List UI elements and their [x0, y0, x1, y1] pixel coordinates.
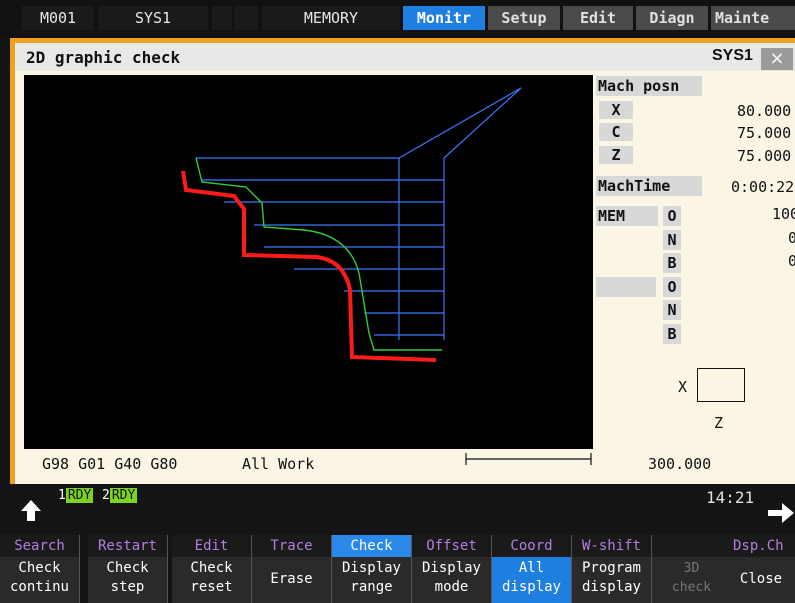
- softkey-check-reset[interactable]: Edit Check reset: [172, 535, 252, 603]
- softkey-coord-label: Coord: [492, 535, 571, 557]
- softkey-label-line2: display: [581, 579, 641, 595]
- close-button[interactable]: ×: [761, 48, 793, 70]
- softkey-search-label: Search: [0, 535, 79, 557]
- softkey-check-label: Check: [332, 535, 411, 557]
- softkey-label-line1: Check: [190, 560, 233, 576]
- softkey-label-line2: step: [110, 579, 145, 595]
- tab-mode[interactable]: MEMORY: [262, 6, 400, 30]
- program-n-label: N: [663, 230, 681, 250]
- operation-mode: MEM: [596, 206, 658, 226]
- scale-indicator: [465, 453, 592, 465]
- softkey-offset-label: Offset: [412, 535, 491, 557]
- softkey-edit-label: Edit: [172, 535, 251, 557]
- softkey-label-line1: Display: [421, 560, 481, 576]
- machtime-label: MachTime: [596, 176, 702, 196]
- axis-x-label: X: [599, 101, 633, 119]
- softkey-program-display[interactable]: W-shift Program display: [572, 535, 652, 603]
- workpiece-outline: [181, 170, 437, 362]
- tab-system[interactable]: SYS1: [98, 6, 208, 30]
- clock: 14:21: [706, 488, 755, 507]
- softkey-display-range[interactable]: Check Display range: [332, 535, 412, 603]
- axis-z-value: 75.000: [737, 147, 792, 165]
- softkey-check-continu[interactable]: Search Check continu: [0, 535, 80, 603]
- softkey-trace-erase[interactable]: Trace Erase: [252, 535, 332, 603]
- softkey-label-line1: All: [518, 560, 545, 576]
- program-b-label: B: [663, 253, 681, 273]
- softkey-restart-label: Restart: [88, 535, 167, 557]
- softkey-label-line2: mode: [434, 579, 469, 595]
- program-b-value: 0: [788, 252, 795, 270]
- tab-setup[interactable]: Setup: [488, 6, 560, 30]
- modal-gcodes: G98 G01 G40 G80: [42, 455, 178, 473]
- softkey-label-line1: Close: [739, 571, 783, 587]
- window-title: 2D graphic check: [26, 48, 181, 67]
- axis-c-value: 75.000: [737, 124, 792, 142]
- softkey-label-line1: Erase: [270, 571, 313, 587]
- program-n-value: 0: [788, 229, 795, 247]
- channel1-status: 1 RDY: [58, 488, 94, 503]
- program2-o-label: O: [663, 277, 681, 297]
- softkey-label-line1: Check: [18, 560, 61, 576]
- axis-indicator-x: X: [678, 378, 688, 396]
- softkey-check-step[interactable]: Restart Check step: [88, 535, 168, 603]
- softkey-label-line1: 3D: [683, 561, 700, 576]
- softkey-display-mode[interactable]: Offset Display mode: [412, 535, 492, 603]
- tab-edit[interactable]: Edit: [563, 6, 633, 30]
- softkey-wshift-label: W-shift: [572, 535, 651, 557]
- toolpath-drawing: [181, 87, 522, 362]
- channel2-status: 2 RDY: [102, 488, 138, 503]
- arrow-up-icon[interactable]: [18, 497, 44, 523]
- softkey-label-line2: continu: [9, 579, 69, 595]
- program2-b-label: B: [663, 324, 681, 344]
- softkey-label-line2: range: [350, 579, 393, 595]
- tab-diagn[interactable]: Diagn: [636, 6, 708, 30]
- tab-machine[interactable]: M001: [22, 6, 94, 30]
- axis-c-label: C: [599, 123, 633, 141]
- softkey-label-line1: Display: [341, 560, 401, 576]
- softkey-all-display[interactable]: Coord All display: [492, 535, 572, 603]
- softkey-label-line1: Program: [581, 560, 641, 576]
- softkey-label-line1: Check: [106, 560, 149, 576]
- softkey-label-line2: check: [671, 580, 712, 595]
- program2-n-label: N: [663, 300, 681, 320]
- softkey-label-line2: reset: [190, 579, 233, 595]
- axis-z-label: Z: [599, 146, 633, 164]
- tab-monitr[interactable]: Monitr: [403, 6, 485, 30]
- softkey-3d-check[interactable]: 3D check: [652, 535, 732, 603]
- softkey-dspch-label: Dsp.Ch: [727, 535, 795, 557]
- secondary-mode: [596, 277, 656, 297]
- axis-indicator-box: [697, 368, 745, 402]
- axis-x-value: 80.000: [737, 102, 792, 120]
- softkey-blank-label: [652, 535, 731, 557]
- softkey-trace-label: Trace: [252, 535, 331, 557]
- arrow-right-icon[interactable]: [766, 500, 795, 526]
- softkey-label-line2: display: [501, 579, 561, 595]
- tab-blank-2[interactable]: [234, 6, 258, 30]
- softkey-close[interactable]: Dsp.Ch Close: [727, 535, 795, 603]
- machtime-value: 0:00:22: [731, 178, 795, 196]
- tool-path: [195, 157, 442, 351]
- window-system-label: SYS1: [712, 47, 753, 64]
- tab-mainte[interactable]: Mainte: [711, 6, 795, 30]
- tab-blank-1[interactable]: [212, 6, 232, 30]
- program-o-value: 100: [772, 205, 795, 223]
- axis-indicator-z: Z: [714, 414, 724, 432]
- mach-posn-header: Mach posn: [596, 76, 702, 96]
- view-mode-label: All Work: [242, 455, 315, 473]
- scale-value: 300.000: [648, 455, 712, 473]
- program-o-label: O: [663, 206, 681, 226]
- graphic-viewport[interactable]: [24, 75, 593, 449]
